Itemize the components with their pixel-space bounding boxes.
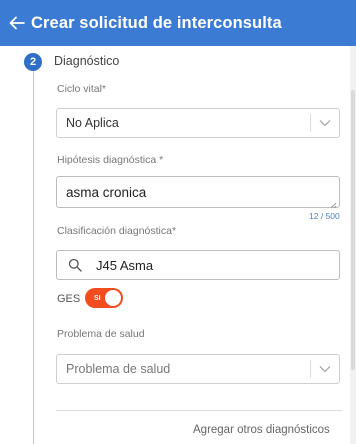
step-number-badge: 2 [24,53,42,71]
step-title: Diagnóstico [54,54,120,68]
problema-placeholder: Problema de salud [66,362,171,376]
character-counter: 12 / 500 [309,211,340,221]
arrow-left-icon[interactable] [8,13,28,33]
clasificacion-search-input[interactable]: J45 Asma [56,250,340,280]
problema-select[interactable]: Problema de salud [56,354,340,384]
ciclo-vital-value: No Aplica [66,116,119,130]
hipotesis-textarea[interactable]: asma cronica [56,176,340,209]
search-icon [68,258,82,272]
add-other-diagnoses-link[interactable]: Agregar otros diagnósticos [193,424,330,436]
ciclo-vital-label: Ciclo vital* [57,83,107,95]
form-panel [0,46,356,444]
toggle-knob [105,290,121,306]
ges-toggle[interactable]: SI [85,288,123,308]
page-title: Crear solicitud de interconsulta [31,13,282,32]
clasificacion-label: Clasificación diagnóstica* [57,225,177,237]
chevron-down-icon[interactable] [311,354,339,384]
divider [56,410,342,411]
hipotesis-value: asma cronica [66,185,147,200]
clasificacion-value: J45 Asma [96,257,154,273]
problema-label: Problema de salud [57,328,145,340]
step-connector [33,70,34,444]
app-header: Crear solicitud de interconsulta [0,0,356,46]
scrollbar-thumb[interactable] [351,90,355,370]
ciclo-vital-select[interactable]: No Aplica [56,108,340,138]
hipotesis-label: Hipótesis diagnóstica * [57,154,164,166]
resize-handle-icon[interactable] [329,197,337,209]
ges-toggle-text: SI [94,294,101,302]
ges-label: GES [57,293,81,305]
chevron-down-icon[interactable] [311,108,339,138]
